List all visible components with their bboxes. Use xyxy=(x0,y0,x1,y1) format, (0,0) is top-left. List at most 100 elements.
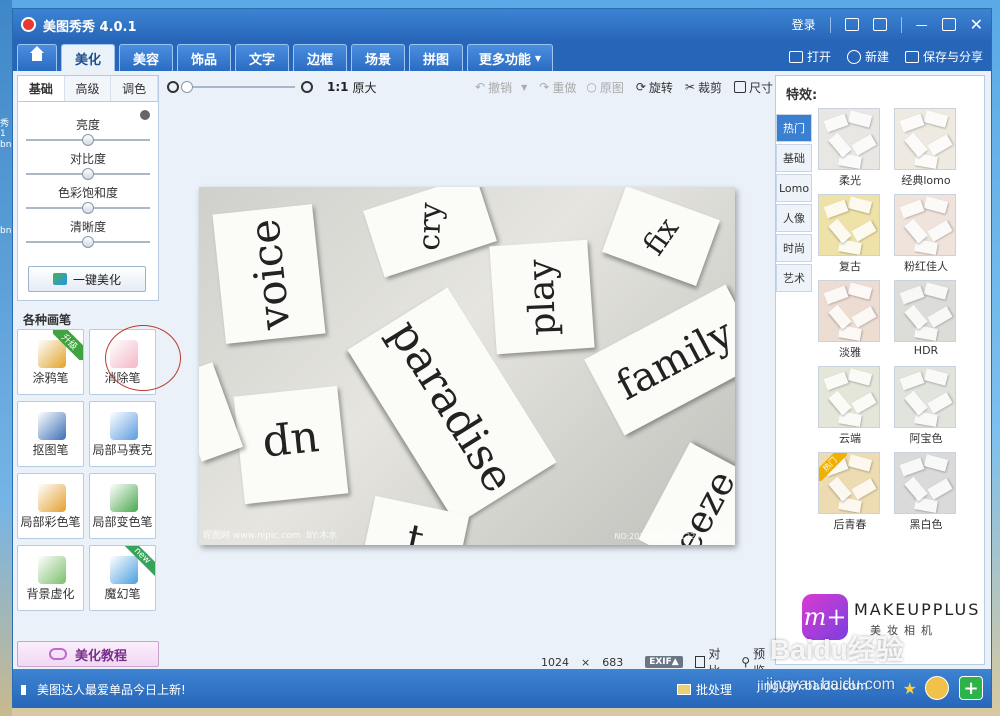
tab-accessories[interactable]: 饰品 xyxy=(177,44,231,71)
brush-recolor[interactable]: 局部变色笔 xyxy=(89,473,156,539)
close-button[interactable]: ✕ xyxy=(970,15,983,34)
brush-label: 局部变色笔 xyxy=(92,515,153,529)
effect-hdr[interactable]: HDR xyxy=(894,280,958,360)
brush-label: 抠图笔 xyxy=(32,443,69,457)
add-button[interactable]: + xyxy=(959,676,983,700)
effect-classic-lomo[interactable]: 经典lomo xyxy=(894,108,958,188)
sharpness-slider[interactable] xyxy=(26,236,150,248)
slider-knob[interactable] xyxy=(82,134,94,146)
tab-frame[interactable]: 边框 xyxy=(293,44,347,71)
home-tab[interactable] xyxy=(17,44,57,71)
ratio-button[interactable]: 1:1 xyxy=(327,80,349,94)
mini-word-card xyxy=(927,220,953,242)
annotation-circle xyxy=(105,325,181,391)
zoom-knob[interactable] xyxy=(181,81,193,93)
effect-category-basic[interactable]: 基础 xyxy=(776,144,812,172)
exif-button[interactable]: EXIF▲ xyxy=(645,656,683,668)
effect-label: 复古 xyxy=(839,260,861,273)
tab-beautify[interactable]: 美化 xyxy=(61,44,115,71)
effect-category-lomo[interactable]: Lomo xyxy=(776,174,812,202)
subtab-basic[interactable]: 基础 xyxy=(18,76,65,101)
save-share-button[interactable]: 保存与分享 xyxy=(904,48,983,65)
effect-label: HDR xyxy=(913,344,939,357)
brush-label: 背景虚化 xyxy=(26,587,75,601)
saturation-slider[interactable] xyxy=(26,202,150,214)
word-card: voice xyxy=(212,204,326,344)
effect-pink-lady[interactable]: 粉红佳人 xyxy=(894,194,958,274)
one-click-beautify-button[interactable]: 一键美化 xyxy=(28,266,146,292)
blur-icon xyxy=(38,556,66,584)
avatar[interactable] xyxy=(925,676,949,700)
brush-cutout[interactable]: 抠图笔 xyxy=(17,401,84,467)
slider-knob[interactable] xyxy=(82,236,94,248)
chevron-down-icon[interactable]: ▼ xyxy=(521,83,527,92)
batch-process-button[interactable]: 批处理 xyxy=(677,681,732,698)
rotate-button[interactable]: ⟳ 旋转 xyxy=(636,79,673,96)
effects-title: 特效: xyxy=(786,88,818,103)
subtab-color[interactable]: 调色 xyxy=(111,76,159,101)
mini-word-card xyxy=(847,110,873,128)
tab-collage[interactable]: 拼图 xyxy=(409,44,463,71)
effect-abao[interactable]: 阿宝色 xyxy=(894,366,958,446)
contrast-slider[interactable] xyxy=(26,168,150,180)
feedback-icon[interactable] xyxy=(844,18,859,31)
upgrade-badge: 升级 xyxy=(53,330,83,360)
restore-label: 原图 xyxy=(599,80,624,95)
effect-post-youth[interactable]: 热门 后青春 xyxy=(818,452,882,532)
beautify-tutorial-button[interactable]: 美化教程 xyxy=(17,641,159,667)
mini-word-card xyxy=(823,199,849,219)
brightness-slider[interactable] xyxy=(26,134,150,146)
desktop-icon-label[interactable]: 秀1 xyxy=(0,116,12,139)
maximize-button[interactable] xyxy=(941,18,956,31)
tab-scene[interactable]: 场景 xyxy=(351,44,405,71)
effect-retro[interactable]: 复古 xyxy=(818,194,882,274)
desktop-icon-label[interactable]: bn xyxy=(0,226,12,236)
mini-word-card xyxy=(927,134,953,156)
news-ticker[interactable]: 美图达人最爱单品今日上新! xyxy=(21,681,186,698)
slider-knob[interactable] xyxy=(82,202,94,214)
hot-ribbon: 热门 xyxy=(819,453,847,481)
desktop-icon-label[interactable]: bn xyxy=(0,140,12,150)
undo-button[interactable]: ↶ 撤销 ▼ xyxy=(475,79,527,96)
skin-icon[interactable] xyxy=(872,18,887,31)
tab-text[interactable]: 文字 xyxy=(235,44,289,71)
effect-cloud[interactable]: 云端 xyxy=(818,366,882,446)
effect-elegant[interactable]: 淡雅 xyxy=(818,280,882,360)
resize-button[interactable]: 尺寸 xyxy=(733,79,773,96)
redo-button[interactable]: ↷ 重做 xyxy=(539,79,576,96)
crop-button[interactable]: ✂ 裁剪 xyxy=(685,79,722,96)
effect-category-fashion[interactable]: 时尚 xyxy=(776,234,812,262)
restore-original-button[interactable]: ○ 原图 xyxy=(586,79,624,96)
desktop-background: 秀1 bn bn xyxy=(0,0,12,716)
new-button[interactable]: 新建 xyxy=(846,48,889,65)
photo-canvas[interactable]: voice cry fix play paradise family up ee… xyxy=(199,187,735,545)
tab-beauty[interactable]: 美容 xyxy=(119,44,173,71)
brush-mosaic[interactable]: 局部马赛克 xyxy=(89,401,156,467)
zoom-slider[interactable] xyxy=(181,81,295,93)
effect-black-white[interactable]: 黑白色 xyxy=(894,452,958,532)
login-button[interactable]: 登录 xyxy=(792,16,816,33)
open-button[interactable]: 打开 xyxy=(788,48,831,65)
brush-local-color[interactable]: 局部彩色笔 xyxy=(17,473,84,539)
brush-magic[interactable]: new 魔幻笔 xyxy=(89,545,156,611)
effect-category-hot[interactable]: 热门 xyxy=(776,114,812,142)
word-card: play xyxy=(489,239,595,355)
zoom-out-icon[interactable] xyxy=(167,81,179,93)
minimize-button[interactable]: — xyxy=(916,18,928,32)
effect-category-art[interactable]: 艺术 xyxy=(776,264,812,292)
slider-knob[interactable] xyxy=(82,168,94,180)
main-tab-bar: 美化 美容 饰品 文字 边框 场景 拼图 更多功能 ▼ 打开 新建 保存与分享 xyxy=(13,41,991,71)
upgrade-ribbon: 升级 xyxy=(53,330,83,360)
zoom-in-icon[interactable] xyxy=(301,81,313,93)
effect-category-portrait[interactable]: 人像 xyxy=(776,204,812,232)
mini-word-card xyxy=(899,285,925,305)
brush-doodle[interactable]: 升级 涂鸦笔 xyxy=(17,329,84,395)
star-icon[interactable]: ★ xyxy=(903,679,917,698)
tab-more-functions[interactable]: 更多功能 ▼ xyxy=(467,44,553,71)
original-size-button[interactable]: 原大 xyxy=(353,79,377,96)
brush-background-blur[interactable]: 背景虚化 xyxy=(17,545,84,611)
effect-soft-light[interactable]: 柔光 xyxy=(818,108,882,188)
app-title: 美图秀秀 4.0.1 xyxy=(43,20,137,35)
effect-label: 柔光 xyxy=(839,174,861,187)
subtab-advanced[interactable]: 高级 xyxy=(64,76,112,101)
